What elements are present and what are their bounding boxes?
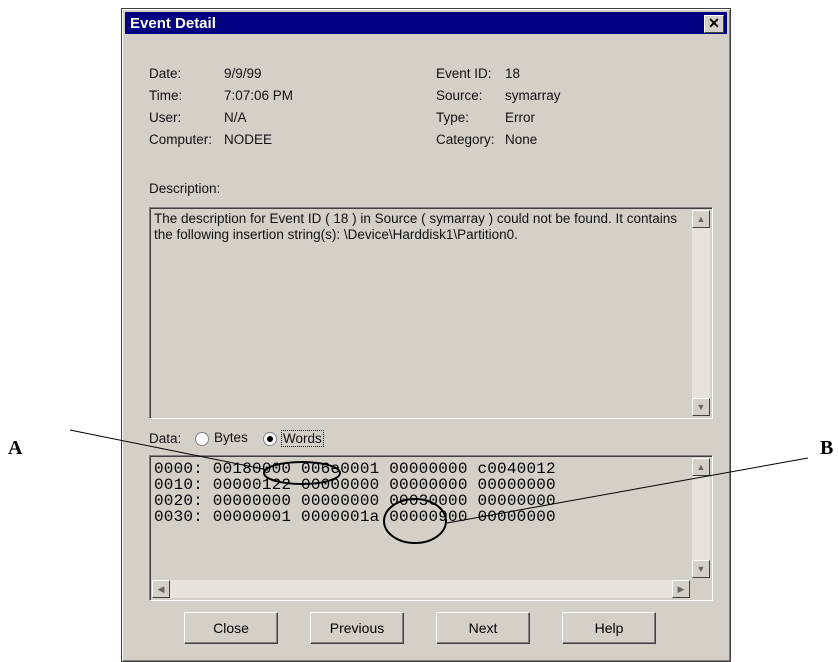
callout-b-leader	[446, 457, 809, 524]
callout-b-ellipse	[383, 498, 447, 544]
callout-a-leader	[69, 429, 269, 471]
callout-overlay	[69, 429, 809, 544]
callout-a-ellipse	[263, 461, 341, 485]
